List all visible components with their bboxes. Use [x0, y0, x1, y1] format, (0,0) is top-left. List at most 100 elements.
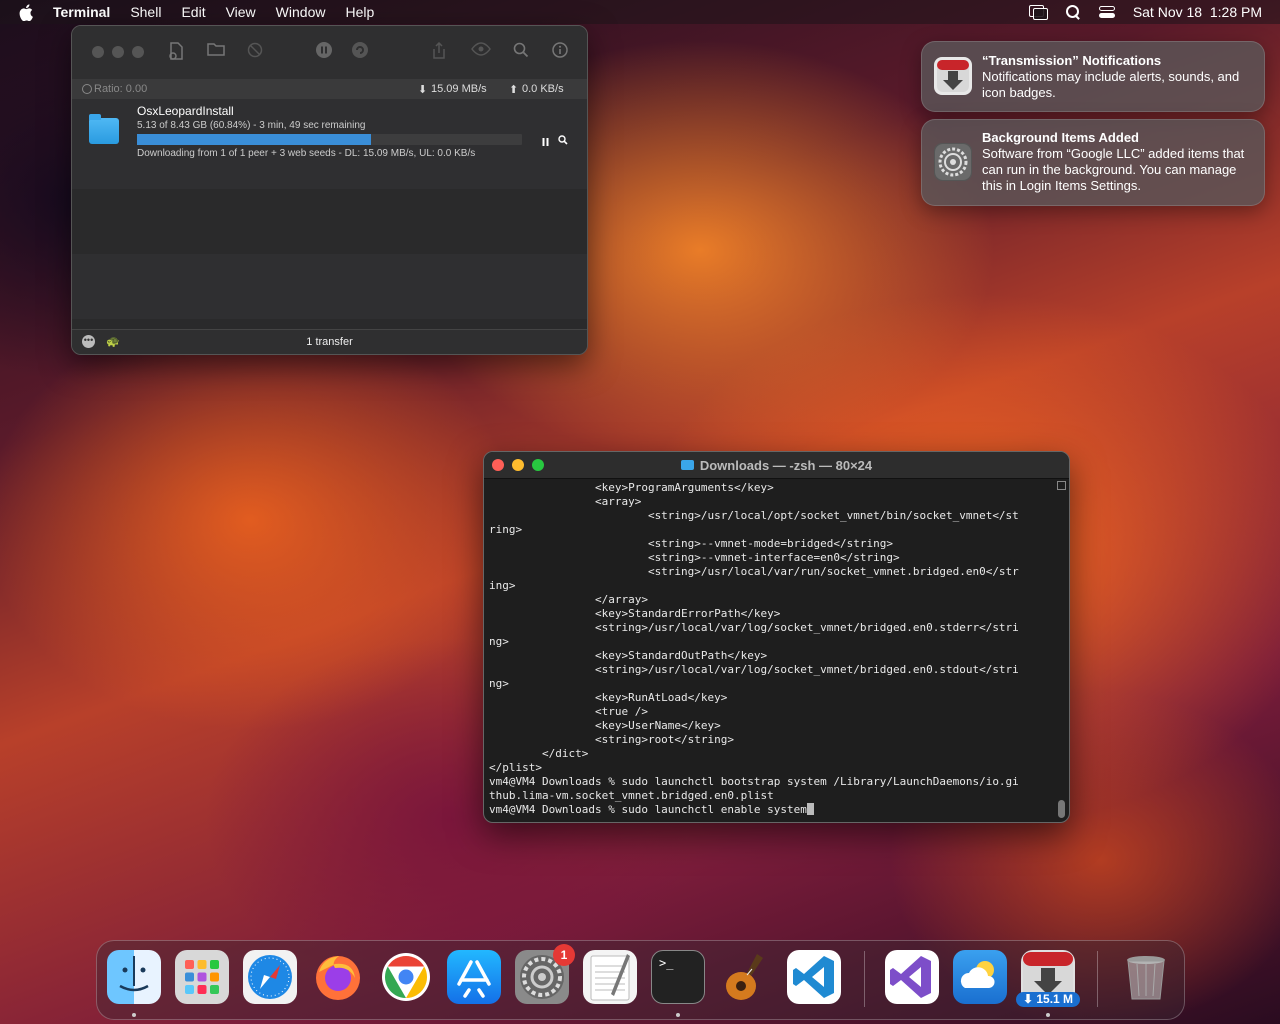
finder-app-icon[interactable]	[107, 950, 161, 1004]
torrent-row[interactable]: OsxLeopardInstall 5.13 of 8.43 GB (60.84…	[72, 99, 587, 189]
visual-studio-app-icon[interactable]	[885, 950, 939, 1004]
terminal-scrollbar[interactable]	[1057, 480, 1067, 820]
chrome-app-icon[interactable]	[379, 950, 433, 1004]
ratio-icon[interactable]	[82, 84, 92, 94]
terminal-line: <key>ProgramArguments</key>	[489, 481, 774, 494]
terminal-line: <string>root</string>	[489, 733, 735, 746]
terminal-line: <string>--vmnet-interface=en0</string>	[489, 551, 900, 564]
menubar-clock[interactable]: Sat Nov 18 1:28 PM	[1133, 4, 1262, 20]
minimize-button[interactable]	[112, 46, 124, 58]
torrent-status: Downloading from 1 of 1 peer + 3 web see…	[137, 148, 476, 159]
notification-body: Notifications may include alerts, sounds…	[982, 69, 1240, 100]
remove-icon[interactable]	[246, 42, 264, 60]
open-torrent-icon[interactable]	[167, 42, 185, 60]
split-pane-icon[interactable]	[1057, 481, 1066, 490]
torrent-name: OsxLeopardInstall	[137, 104, 234, 118]
resume-all-icon[interactable]	[351, 42, 369, 60]
quick-look-icon[interactable]	[471, 42, 491, 60]
menu-edit[interactable]: Edit	[181, 4, 205, 20]
terminal-line: <array>	[489, 495, 642, 508]
vscode-app-icon[interactable]	[787, 950, 841, 1004]
spotlight-search-icon[interactable]	[1065, 4, 1081, 20]
trash-icon[interactable]	[1119, 950, 1173, 1004]
control-center-icon[interactable]	[1098, 5, 1115, 19]
download-arrow-icon: ⬇	[1022, 992, 1037, 1006]
terminal-line: <true />	[489, 705, 648, 718]
terminal-output[interactable]: <key>ProgramArguments</key> <array> <str…	[489, 481, 1049, 817]
download-badge: ⬇ 15.1 M	[1016, 992, 1080, 1007]
safari-app-icon[interactable]	[243, 950, 297, 1004]
close-button[interactable]	[92, 46, 104, 58]
menu-view[interactable]: View	[226, 4, 256, 20]
action-menu-icon[interactable]: •••	[82, 335, 95, 348]
close-button[interactable]	[492, 459, 504, 471]
share-icon[interactable]	[430, 41, 448, 60]
download-speed: 15.09 MB/s	[431, 83, 487, 95]
terminal-line: vm4@VM4 Downloads % sudo launchctl boots…	[489, 775, 1019, 788]
empty-row	[72, 254, 587, 319]
zoom-button[interactable]	[532, 459, 544, 471]
apple-menu-icon[interactable]	[18, 3, 34, 21]
launchpad-app-icon[interactable]	[175, 950, 229, 1004]
notification-body: Software from “Google LLC” added items t…	[982, 146, 1245, 193]
terminal-app-icon[interactable]: >_	[651, 950, 705, 1004]
torrent-progress-bar	[137, 134, 522, 145]
pause-all-icon[interactable]	[315, 42, 333, 60]
terminal-title: Downloads — -zsh — 80×24	[699, 457, 873, 473]
dock-divider	[1097, 951, 1098, 1007]
garageband-app-icon[interactable]	[719, 950, 773, 1004]
running-indicator	[676, 1013, 680, 1017]
weather-app-icon[interactable]	[953, 950, 1007, 1004]
pause-torrent-icon[interactable]	[542, 133, 550, 146]
firefox-app-icon[interactable]	[311, 950, 365, 1004]
terminal-line: ng>	[489, 635, 509, 648]
upload-arrow-icon: ⬆	[509, 83, 519, 96]
running-indicator	[132, 1013, 136, 1017]
minimize-button[interactable]	[512, 459, 524, 471]
upload-speed: 0.0 KB/s	[522, 83, 564, 95]
ratio-label[interactable]: Ratio: 0.00	[94, 83, 147, 95]
dock: 1 >_ ⬇ 15.1 M	[96, 940, 1185, 1020]
terminal-line: ing>	[489, 579, 516, 592]
terminal-prompt-text: vm4@VM4 Downloads % sudo launchctl enabl…	[489, 803, 807, 816]
transmission-app-icon	[934, 57, 972, 95]
terminal-line: thub.lima-vm.socket_vmnet.bridged.en0.pl…	[489, 789, 774, 802]
folder-icon	[89, 114, 119, 144]
menu-app-name[interactable]: Terminal	[53, 4, 110, 20]
terminal-line: <key>RunAtLoad</key>	[489, 691, 728, 704]
transmission-app-icon[interactable]: ⬇ 15.1 M	[1016, 950, 1080, 1007]
notification-transmission[interactable]: “Transmission” Notifications Notificatio…	[921, 41, 1265, 112]
menu-shell[interactable]: Shell	[130, 4, 161, 20]
screen-mirroring-icon[interactable]	[1028, 5, 1048, 20]
terminal-line: ring>	[489, 523, 523, 536]
terminal-line: <string>--vmnet-mode=bridged</string>	[489, 537, 893, 550]
menu-help[interactable]: Help	[345, 4, 374, 20]
torrent-progress-fill	[137, 134, 372, 145]
app-store-app-icon[interactable]	[447, 950, 501, 1004]
download-arrow-icon: ⬇	[418, 83, 428, 96]
terminal-line: <string>/usr/local/var/log/socket_vmnet/…	[489, 663, 1019, 676]
terminal-title-bar[interactable]: Downloads — -zsh — 80×24	[484, 452, 1069, 479]
open-folder-icon[interactable]	[207, 42, 225, 60]
notification-background-items[interactable]: Background Items Added Software from “Go…	[921, 119, 1265, 206]
terminal-line: <key>StandardOutPath</key>	[489, 649, 768, 662]
transmission-download-badge: 15.1 M	[1036, 992, 1074, 1006]
notification-title: “Transmission” Notifications	[982, 53, 1162, 68]
speed-limit-turtle-icon[interactable]: 🐢	[106, 335, 120, 348]
transmission-toolbar	[72, 26, 587, 79]
terminal-line: </array>	[489, 593, 648, 606]
transfer-count: 1 transfer	[306, 336, 353, 348]
terminal-line: <string>/usr/local/opt/socket_vmnet/bin/…	[489, 509, 1019, 522]
terminal-prompt-line[interactable]: vm4@VM4 Downloads % sudo launchctl enabl…	[489, 803, 1049, 817]
search-icon[interactable]	[512, 42, 530, 60]
terminal-line: <key>UserName</key>	[489, 719, 721, 732]
info-icon[interactable]	[551, 42, 569, 60]
reveal-torrent-icon[interactable]	[558, 132, 568, 145]
system-settings-app-icon[interactable]: 1	[515, 944, 575, 1004]
folder-icon	[680, 460, 694, 470]
zoom-button[interactable]	[132, 46, 144, 58]
menu-window[interactable]: Window	[276, 4, 326, 20]
textedit-app-icon[interactable]	[583, 950, 637, 1004]
terminal-cursor	[806, 803, 814, 815]
scrollbar-thumb[interactable]	[1058, 800, 1065, 818]
